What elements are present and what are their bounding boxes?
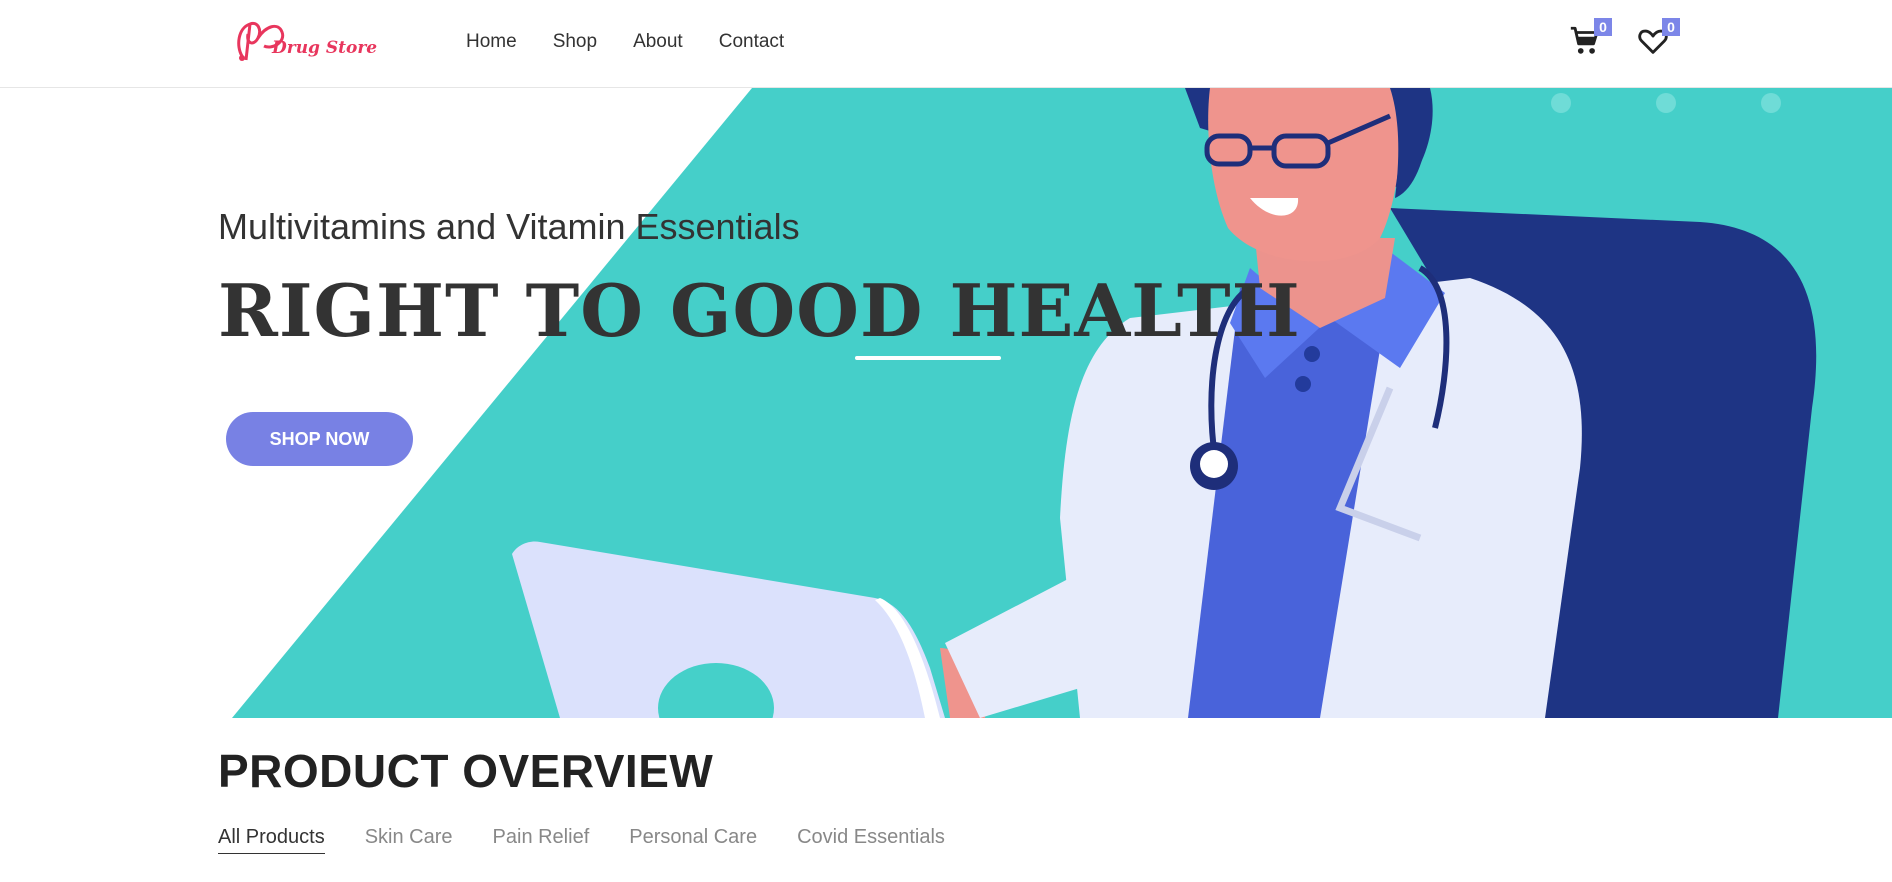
main-nav: Home Shop About Contact	[466, 31, 820, 53]
hero-title: RIGHT TO GOOD HEALTH	[218, 268, 1301, 353]
hero-banner: Multivitamins and Vitamin Essentials RIG…	[0, 88, 1892, 718]
filter-skin-care[interactable]: Skin Care	[365, 826, 453, 854]
doctor-illustration	[232, 88, 1892, 718]
section-title: PRODUCT OVERVIEW	[218, 745, 714, 797]
brand-logo[interactable]: Drug Store	[232, 16, 377, 72]
brand-name: Drug Store	[272, 38, 378, 58]
top-navbar: Drug Store Home Shop About Contact 0 0	[0, 0, 1892, 88]
filter-personal-care[interactable]: Personal Care	[629, 826, 757, 854]
filter-pain-relief[interactable]: Pain Relief	[493, 826, 590, 854]
nav-about[interactable]: About	[633, 31, 683, 53]
wishlist-button[interactable]: 0	[1636, 18, 1680, 64]
shop-now-button[interactable]: SHOP NOW	[226, 412, 413, 466]
cart-button[interactable]: 0	[1568, 18, 1612, 64]
product-filter-tabs: All Products Skin Care Pain Relief Perso…	[218, 826, 985, 854]
filter-covid-essentials[interactable]: Covid Essentials	[797, 826, 945, 854]
filter-all-products[interactable]: All Products	[218, 826, 325, 854]
title-underline	[855, 356, 1001, 360]
cart-count-badge: 0	[1594, 18, 1612, 36]
nav-shop[interactable]: Shop	[553, 31, 597, 53]
nav-contact[interactable]: Contact	[719, 31, 784, 53]
nav-home[interactable]: Home	[466, 31, 517, 53]
wishlist-count-badge: 0	[1662, 18, 1680, 36]
hero-subtitle: Multivitamins and Vitamin Essentials	[218, 206, 800, 247]
